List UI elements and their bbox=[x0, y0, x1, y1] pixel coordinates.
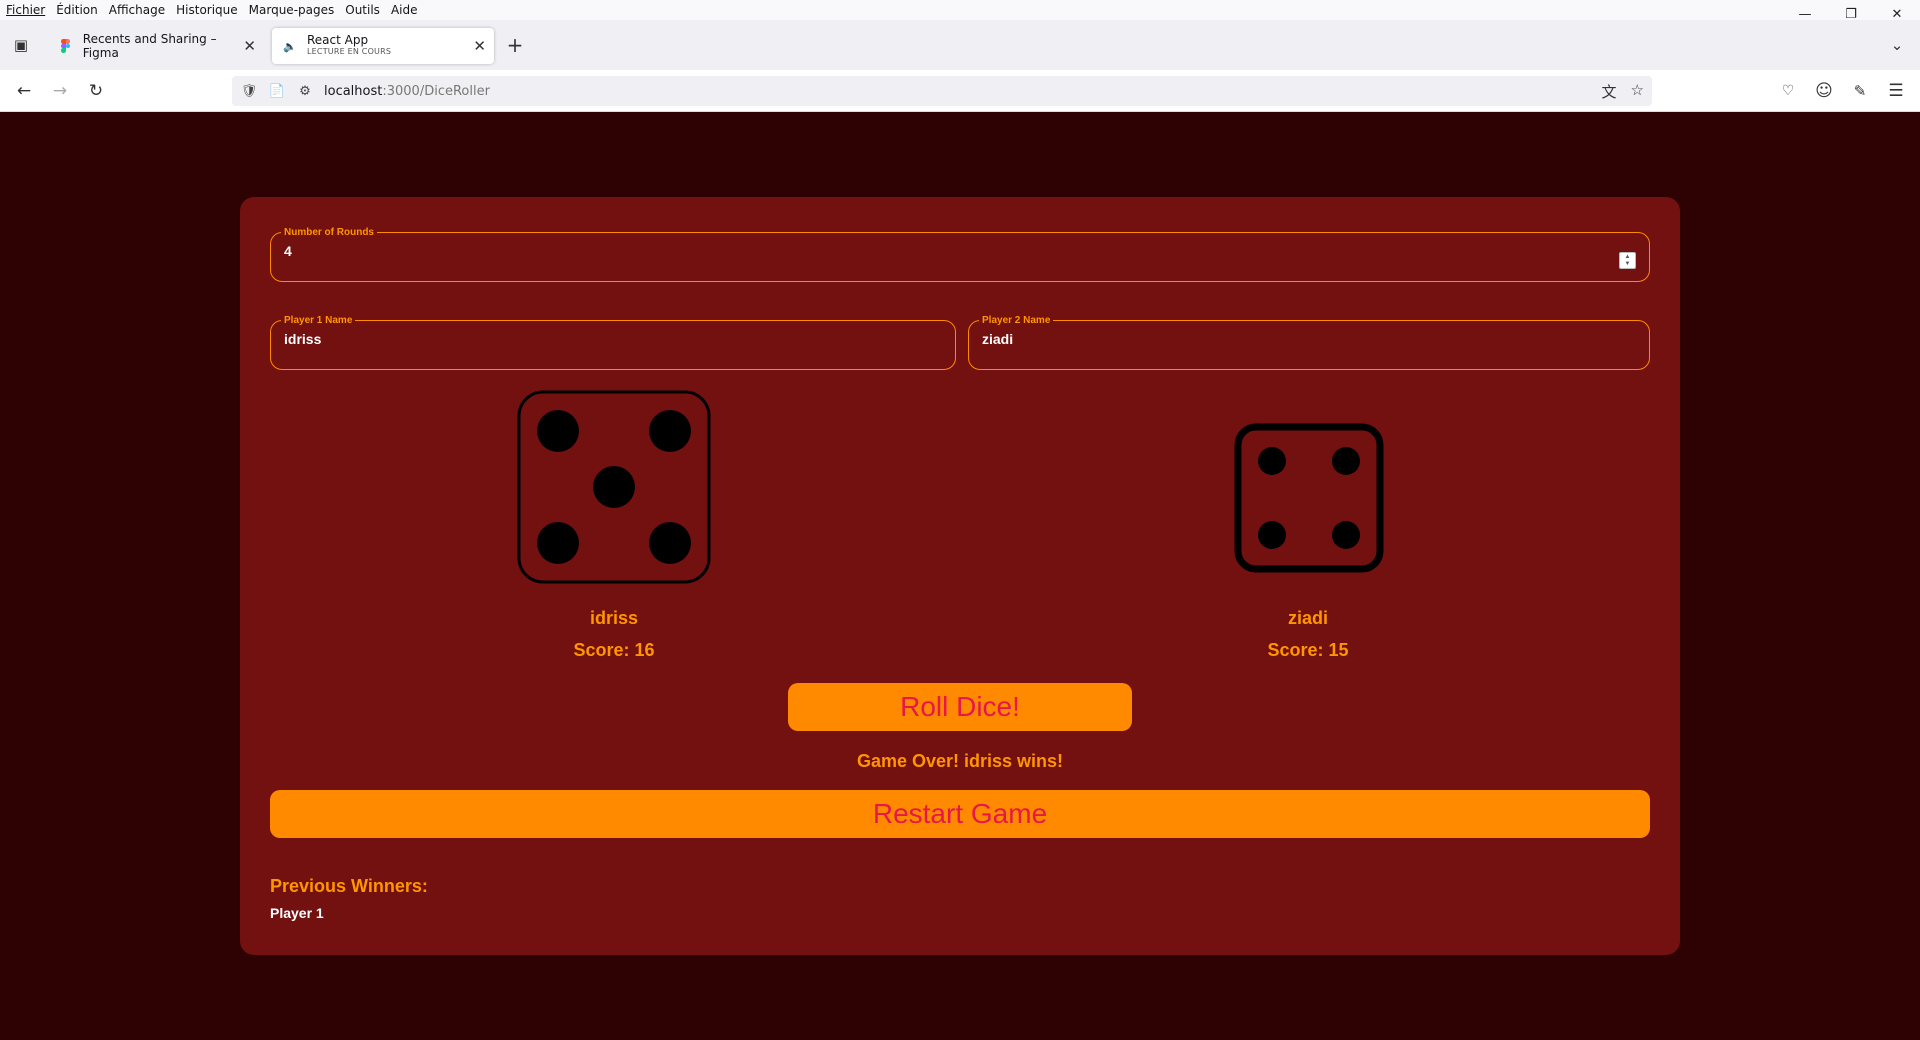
tab-subtitle: LECTURE EN COURS bbox=[307, 47, 392, 56]
url-path: :3000/DiceRoller bbox=[382, 83, 490, 99]
forward-icon[interactable]: → bbox=[46, 77, 74, 105]
winner-item: Player 1 bbox=[270, 905, 324, 921]
menu-fichier[interactable]: Fichier bbox=[6, 3, 45, 17]
menu-affichage[interactable]: Affichage bbox=[109, 3, 165, 17]
roll-dice-button[interactable]: Roll Dice! bbox=[788, 683, 1132, 731]
account-icon[interactable]: ☺ bbox=[1810, 77, 1838, 105]
reload-icon[interactable]: ↻ bbox=[82, 77, 110, 105]
window-controls: — ❐ ✕ bbox=[1782, 0, 1920, 28]
player1-name-label: Player 1 Name bbox=[284, 315, 353, 326]
menu-aide[interactable]: Aide bbox=[391, 3, 418, 17]
page-viewport: Number of Rounds 4 ▲ ▼ Player 1 Name idr… bbox=[0, 113, 1920, 1040]
close-window-icon[interactable]: ✕ bbox=[1874, 0, 1920, 28]
player1-score: Score: 16 bbox=[573, 640, 655, 660]
menu-bar: Fichier Édition Affichage Historique Mar… bbox=[0, 0, 1920, 20]
figma-icon bbox=[58, 38, 74, 54]
tab-figma[interactable]: Recents and Sharing – Figma ✕ bbox=[48, 28, 264, 64]
restore-icon[interactable]: ❐ bbox=[1828, 0, 1874, 28]
player2-name-label: Player 2 Name bbox=[982, 315, 1051, 326]
stepper-down-icon[interactable]: ▼ bbox=[1625, 261, 1631, 268]
player2-name-value[interactable]: ziadi bbox=[982, 331, 1636, 347]
url-bar[interactable]: 🛡 📄 ⚙ localhost:3000/DiceRoller 文 ☆ bbox=[232, 76, 1652, 106]
close-tab-icon[interactable]: ✕ bbox=[243, 37, 256, 55]
tab-title: Recents and Sharing – Figma bbox=[82, 32, 217, 60]
urlbar-actions: 文 ☆ bbox=[1602, 81, 1644, 102]
rounds-stepper[interactable]: ▲ ▼ bbox=[1619, 252, 1636, 269]
player1-name-field[interactable]: Player 1 Name idriss bbox=[270, 315, 956, 370]
back-icon[interactable]: ← bbox=[10, 77, 38, 105]
tab-react-app[interactable]: 🔈 React App LECTURE EN COURS ✕ bbox=[272, 28, 494, 64]
menu-historique[interactable]: Historique bbox=[176, 3, 238, 17]
page-icon[interactable]: 📄 bbox=[266, 84, 288, 99]
url-text[interactable]: localhost:3000/DiceRoller bbox=[324, 84, 490, 99]
player2-score: Score: 15 bbox=[1267, 640, 1349, 660]
restart-game-button[interactable]: Restart Game bbox=[270, 790, 1650, 838]
player1-dice-five-icon bbox=[517, 390, 711, 584]
speaker-icon[interactable]: 🔈 bbox=[282, 38, 298, 54]
player1-name-value[interactable]: idriss bbox=[284, 331, 942, 347]
player2-dice-four-icon bbox=[1234, 423, 1384, 573]
translate-icon[interactable]: 文 bbox=[1602, 81, 1617, 102]
rounds-field[interactable]: Number of Rounds 4 ▲ ▼ bbox=[270, 227, 1650, 282]
rounds-value[interactable]: 4 bbox=[284, 243, 1636, 259]
player2-name: ziadi bbox=[1287, 608, 1328, 628]
extensions-icon[interactable]: ✎ bbox=[1846, 77, 1874, 105]
navigation-bar: ← → ↻ 🛡 📄 ⚙ localhost:3000/DiceRoller 文 … bbox=[0, 70, 1920, 112]
previous-winners-title: Previous Winners: bbox=[270, 876, 428, 896]
previous-winners-list: Player 1 bbox=[270, 905, 324, 921]
url-host: localhost bbox=[324, 83, 383, 99]
new-tab-icon[interactable]: + bbox=[500, 30, 530, 60]
dice-roller-card: Number of Rounds 4 ▲ ▼ Player 1 Name idr… bbox=[240, 197, 1680, 955]
player1-name: idriss bbox=[589, 608, 639, 628]
stepper-up-icon[interactable]: ▲ bbox=[1625, 254, 1631, 261]
minimize-icon[interactable]: — bbox=[1782, 0, 1828, 28]
close-tab-icon[interactable]: ✕ bbox=[473, 37, 486, 55]
pocket-icon[interactable]: ♡ bbox=[1774, 77, 1802, 105]
hamburger-menu-icon[interactable]: ☰ bbox=[1882, 77, 1910, 105]
tab-title: React App bbox=[307, 33, 369, 47]
list-tabs-chevron-icon[interactable]: ⌄ bbox=[1882, 30, 1912, 60]
menu-outils[interactable]: Outils bbox=[345, 3, 380, 17]
permissions-icon[interactable]: ⚙ bbox=[294, 84, 316, 99]
menu-edition[interactable]: Édition bbox=[56, 3, 98, 17]
tab-strip: ▣ Recents and Sharing – Figma ✕ 🔈 React … bbox=[0, 20, 1920, 70]
rounds-label: Number of Rounds bbox=[284, 227, 374, 238]
tab-overview-icon[interactable]: ▣ bbox=[6, 30, 36, 60]
game-status: Game Over! idriss wins! bbox=[856, 751, 1064, 771]
menu-marque-pages[interactable]: Marque-pages bbox=[249, 3, 335, 17]
player2-name-field[interactable]: Player 2 Name ziadi bbox=[968, 315, 1650, 370]
tracking-protection-icon[interactable]: 🛡 bbox=[238, 84, 260, 99]
bookmark-star-icon[interactable]: ☆ bbox=[1631, 81, 1644, 102]
